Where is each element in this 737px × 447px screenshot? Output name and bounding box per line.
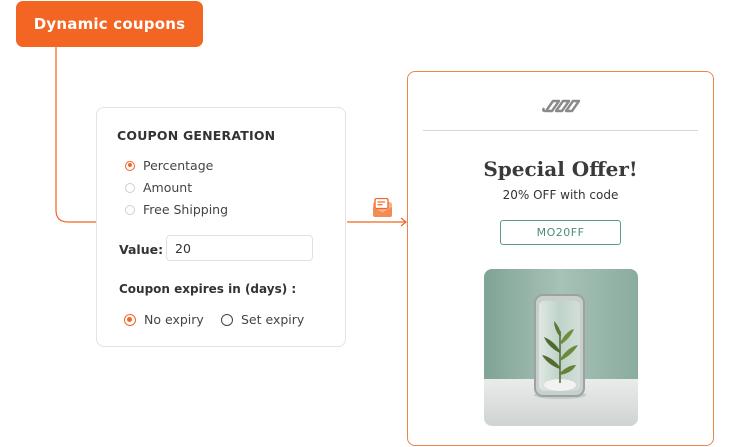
email-icon [373,198,392,217]
radio-free-shipping[interactable]: Free Shipping [125,202,228,217]
radio-label: Free Shipping [143,202,229,217]
offer-title: Special Offer! [483,157,638,181]
expiry-label: Coupon expires in (days) : [119,282,297,296]
tag-label: Dynamic coupons [33,15,186,33]
header-divider [423,130,698,131]
coupon-generation-card: COUPON GENERATION Percentage Amount Free… [96,107,346,347]
value-input[interactable] [166,235,313,261]
coupon-code: MO20FF [536,226,585,239]
radio-amount[interactable]: Amount [125,180,192,195]
radio-label: No expiry [144,312,204,327]
radio-label: Amount [143,180,193,195]
chain-link-logo-icon [542,99,581,113]
radio-button[interactable] [124,313,136,326]
radio-set-expiry[interactable]: Set expiry [221,312,304,327]
dynamic-coupons-tag: Dynamic coupons [16,1,203,47]
coupon-code-box[interactable]: MO20FF [500,220,621,245]
radio-label: Set expiry [241,312,305,327]
email-preview-card: Special Offer! 20% OFF with code MO20FF [407,71,714,446]
radio-button[interactable] [125,160,135,171]
radio-button[interactable] [125,182,135,193]
radio-button[interactable] [125,204,135,215]
value-label: Value: [119,242,164,257]
offer-subtitle: 20% OFF with code [502,188,619,202]
radio-label: Percentage [143,158,214,173]
coupon-generation-title: COUPON GENERATION [117,128,276,143]
product-image [484,269,638,426]
radio-no-expiry[interactable]: No expiry [124,312,204,327]
radio-percentage[interactable]: Percentage [125,158,213,173]
radio-button[interactable] [221,313,233,326]
